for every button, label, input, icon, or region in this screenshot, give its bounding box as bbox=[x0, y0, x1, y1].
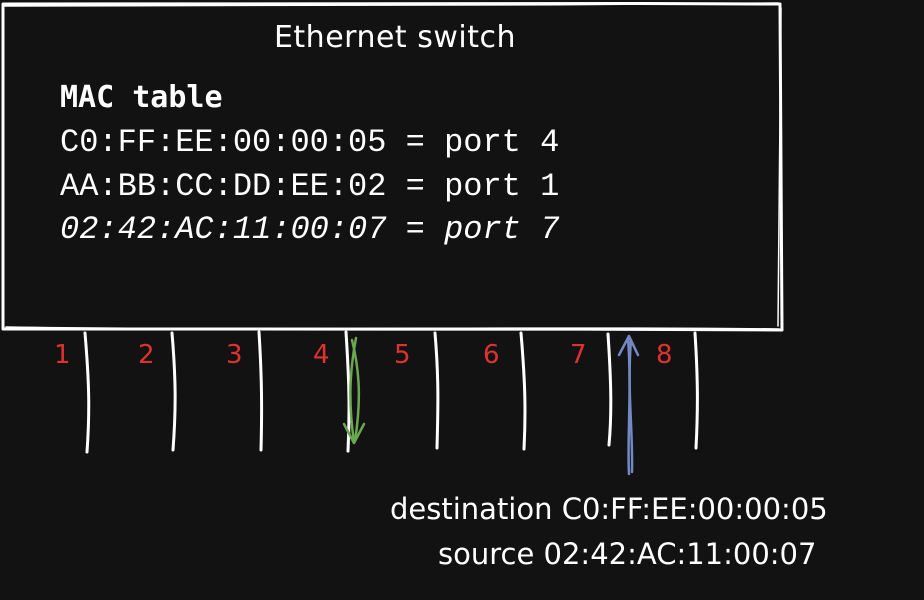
frame-destination: destination C0:FF:EE:00:00:05 bbox=[390, 492, 828, 526]
port-separator bbox=[519, 331, 527, 451]
switch-title: Ethernet switch bbox=[273, 20, 517, 55]
port-label-4: 4 bbox=[313, 340, 330, 370]
port-separators bbox=[83, 330, 699, 454]
port-label-8: 8 bbox=[656, 340, 673, 370]
port-label-1: 1 bbox=[54, 340, 71, 370]
port-separator bbox=[83, 331, 91, 454]
port-label-7: 7 bbox=[570, 340, 587, 370]
diagram-canvas: Ethernet switch MAC table C0:FF:EE:00:00… bbox=[0, 0, 924, 600]
port-separator bbox=[693, 331, 699, 450]
port-label-3: 3 bbox=[226, 340, 243, 370]
mac-table-row-learned: 02:42:AC:11:00:07 = port 7 bbox=[60, 211, 560, 248]
mac-table-row: AA:BB:CC:DD:EE:02 = port 1 bbox=[60, 168, 560, 205]
port-separator bbox=[257, 330, 264, 452]
arrow-up-icon bbox=[617, 334, 640, 476]
port-separator bbox=[170, 331, 177, 452]
mac-table-title: MAC table bbox=[60, 80, 223, 115]
port-label-2: 2 bbox=[138, 340, 155, 370]
mac-table-row: C0:FF:EE:00:00:05 = port 4 bbox=[60, 124, 560, 161]
port-label-6: 6 bbox=[483, 340, 500, 370]
frame-source: source 02:42:AC:11:00:07 bbox=[438, 537, 817, 571]
port-label-5: 5 bbox=[394, 340, 411, 370]
port-separator bbox=[606, 332, 613, 447]
port-separator bbox=[433, 331, 440, 450]
